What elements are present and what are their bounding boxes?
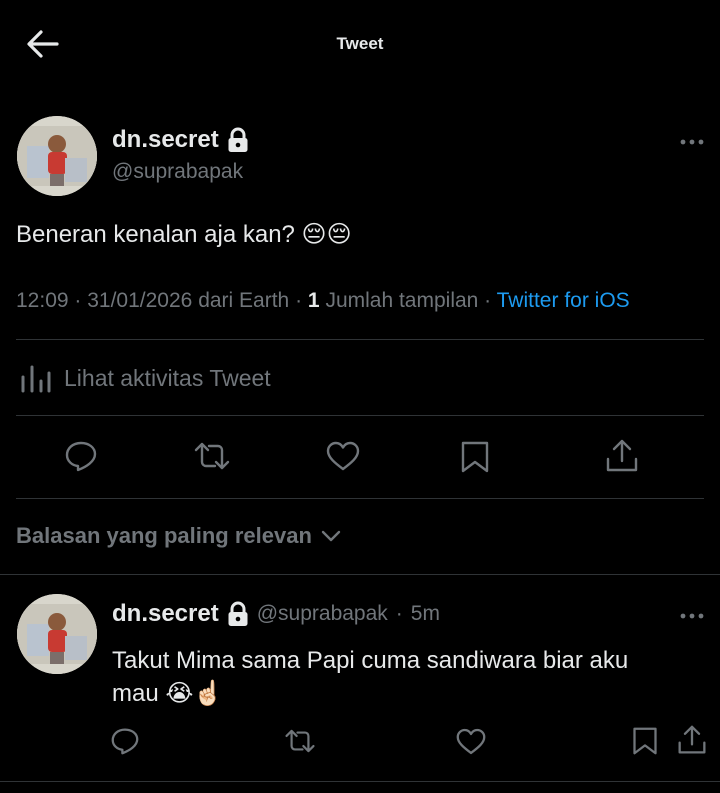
divider xyxy=(16,415,704,416)
divider xyxy=(16,498,704,499)
reply-header: dn.secret @suprabapak · 5m xyxy=(112,600,440,628)
divider xyxy=(16,339,704,340)
reply-bookmark-icon[interactable] xyxy=(631,726,659,756)
tweet-activity-link[interactable]: Lihat aktivitas Tweet xyxy=(20,363,271,393)
views-label: Jumlah tampilan xyxy=(325,289,479,312)
tweet-date[interactable]: 31/01/2026 xyxy=(87,289,192,312)
more-icon[interactable] xyxy=(679,134,705,150)
author-name[interactable]: dn.secret xyxy=(112,126,249,154)
reply-author-handle[interactable]: @suprabapak xyxy=(257,602,388,626)
share-icon[interactable] xyxy=(605,438,639,474)
reply-retweet-icon[interactable] xyxy=(284,727,316,755)
replies-sort-label: Balasan yang paling relevan xyxy=(16,523,312,548)
reply-icon[interactable] xyxy=(64,440,98,472)
activity-label: Lihat aktivitas Tweet xyxy=(64,364,271,391)
author-handle[interactable]: @suprabapak xyxy=(112,160,243,184)
tweet-source: dari Earth xyxy=(198,289,290,312)
client-link[interactable]: Twitter for iOS xyxy=(497,289,630,312)
reply-age[interactable]: 5m xyxy=(411,602,440,626)
tweet-time[interactable]: 12:09 xyxy=(16,289,69,312)
reply-more-icon[interactable] xyxy=(679,608,705,624)
reply-author-name[interactable]: dn.secret xyxy=(112,600,219,628)
bookmark-icon[interactable] xyxy=(459,440,491,474)
author-name-text: dn.secret xyxy=(112,126,219,153)
lock-icon xyxy=(227,127,249,153)
reply-avatar[interactable] xyxy=(17,594,97,674)
views-count: 1 xyxy=(307,289,320,312)
page-title: Tweet xyxy=(336,34,384,53)
divider xyxy=(0,781,720,782)
lock-icon xyxy=(227,601,249,627)
bar-chart-icon xyxy=(20,363,52,393)
reply-heart-icon[interactable] xyxy=(456,728,486,755)
replies-sort-dropdown[interactable]: Balasan yang paling relevan xyxy=(16,523,342,549)
retweet-icon[interactable] xyxy=(193,440,231,472)
divider xyxy=(0,574,720,575)
tweet-meta: 12:09 · 31/01/2026 dari Earth · 1 Jumlah… xyxy=(16,289,630,312)
chevron-down-icon xyxy=(320,529,342,543)
reply-text: Takut Mima sama Papi cuma sandiwara biar… xyxy=(112,647,629,707)
reply-reply-icon[interactable] xyxy=(110,727,140,755)
tweet-text: Beneran kenalan aja kan? 😔😔 xyxy=(16,221,352,248)
avatar[interactable] xyxy=(17,116,97,196)
reply-share-icon[interactable] xyxy=(677,724,707,756)
heart-icon[interactable] xyxy=(326,441,360,471)
